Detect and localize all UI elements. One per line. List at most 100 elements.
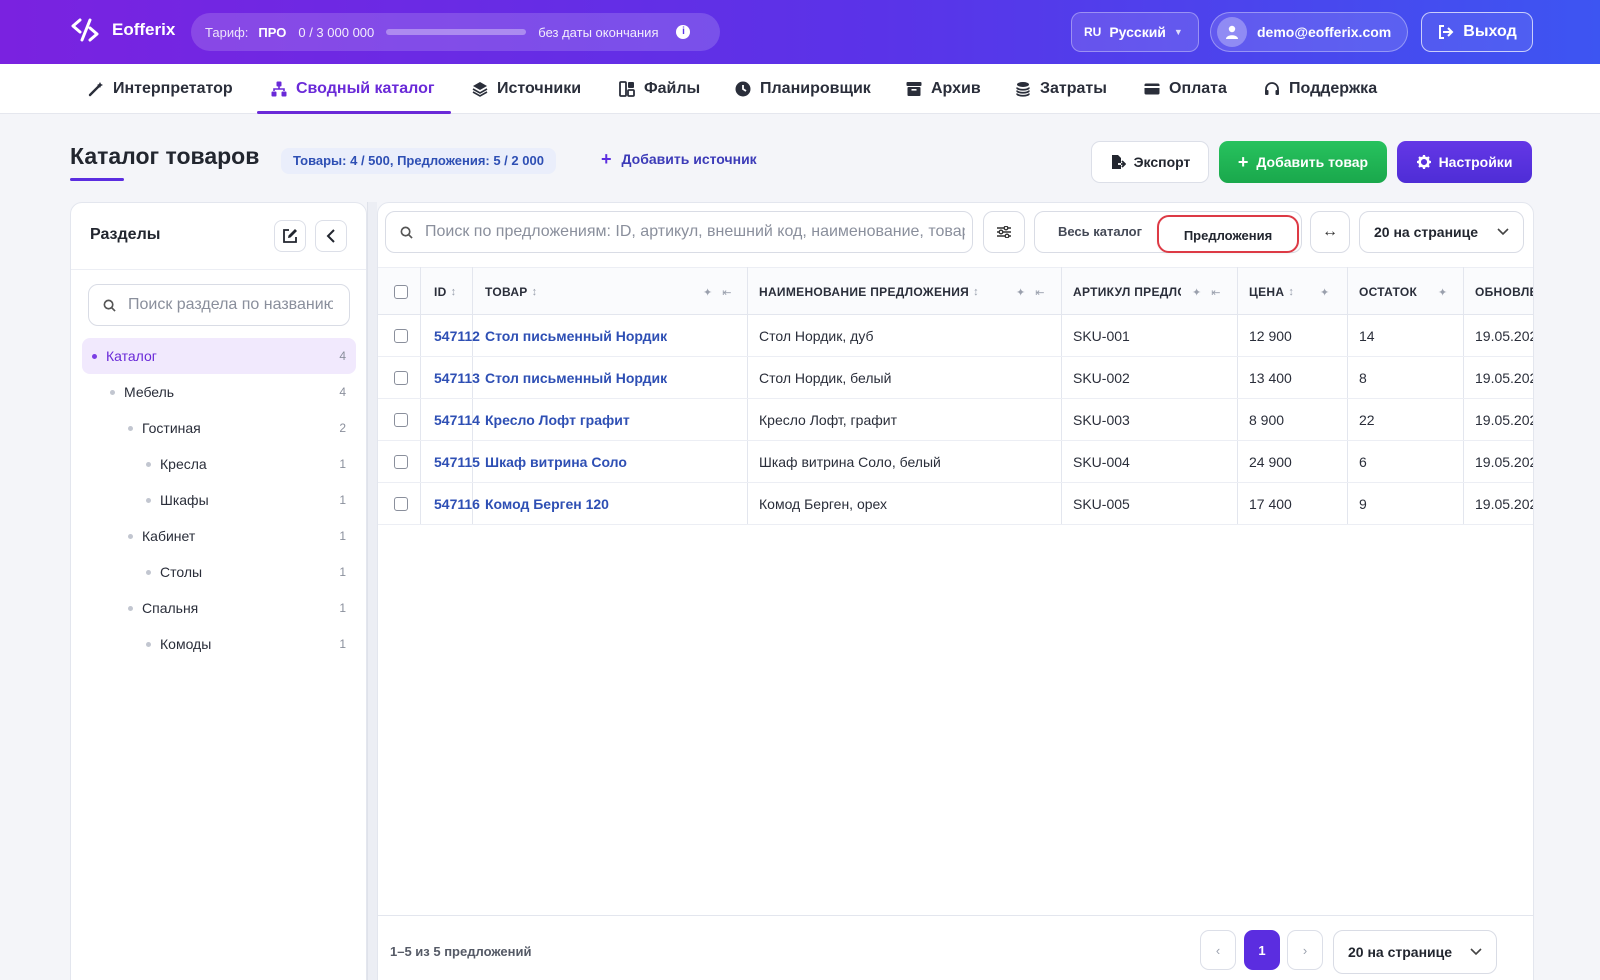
col-updated[interactable]: ОБНОВЛЕНО: [1475, 268, 1533, 316]
nav-files[interactable]: Файлы: [619, 64, 700, 114]
headset-icon: [1265, 82, 1279, 95]
tree-node[interactable]: Спальня 1: [82, 590, 356, 626]
tree-node[interactable]: Шкафы 1: [82, 482, 356, 518]
pin-icon[interactable]: ✦: [703, 286, 712, 299]
add-product-button[interactable]: + Добавить товар: [1219, 141, 1387, 183]
info-icon[interactable]: i: [676, 25, 691, 39]
collapse-sidebar-button[interactable]: [315, 220, 347, 252]
nav-interpreter[interactable]: Интерпретатор: [88, 64, 233, 114]
cell-stock: 9: [1359, 496, 1367, 512]
cell-id[interactable]: 547115: [434, 441, 484, 483]
pin-icon[interactable]: ✦: [1320, 286, 1329, 299]
logout-button[interactable]: Выход: [1421, 12, 1533, 52]
tree-node[interactable]: Комоды 1: [82, 626, 356, 662]
tree-node[interactable]: Кресла 1: [82, 446, 356, 482]
nav-archive[interactable]: Архив: [906, 64, 981, 114]
per-page-select-bottom[interactable]: 20 на странице: [1333, 930, 1497, 974]
tree-node[interactable]: Столы 1: [82, 554, 356, 590]
tree-node[interactable]: Кабинет 1: [82, 518, 356, 554]
col-offer-sku[interactable]: АРТИКУЛ ПРЕДЛОЖЕНИЯ: [1073, 268, 1181, 316]
filters-button[interactable]: [983, 211, 1025, 253]
column-resize-icon[interactable]: ⇤: [1211, 286, 1220, 299]
cell-id[interactable]: 547112: [434, 315, 484, 357]
nav-costs[interactable]: Затраты: [1015, 64, 1107, 114]
add-source-link[interactable]: + Добавить источник: [601, 150, 757, 168]
offer-search-input[interactable]: [425, 223, 965, 241]
main-nav: Интерпретатор Сводный каталог Источники …: [0, 64, 1600, 114]
table-row[interactable]: 547115 Шкаф витрина Соло Шкаф витрина Соло…: [378, 441, 1533, 483]
col-price-tools: ✦: [1320, 268, 1329, 316]
expand-width-button[interactable]: ↔: [1310, 211, 1350, 253]
brand-logo[interactable]: Eofferix: [70, 18, 175, 42]
column-resize-icon[interactable]: ⇤: [1035, 286, 1044, 299]
language-selector[interactable]: RU Русский ▼: [1071, 12, 1199, 52]
row-checkbox[interactable]: [394, 329, 408, 343]
cell-id[interactable]: 547116: [434, 483, 484, 525]
section-search-input[interactable]: [128, 296, 333, 314]
view-whole-catalog[interactable]: Весь каталог: [1043, 212, 1157, 252]
sidebar-resize-handle[interactable]: [367, 202, 377, 980]
user-menu[interactable]: demo@eofferix.com: [1210, 12, 1408, 52]
row-checkbox[interactable]: [394, 497, 408, 511]
tree-node-count: 1: [339, 493, 346, 507]
nav-support[interactable]: Поддержка: [1264, 64, 1377, 114]
col-label: ОБНОВЛЕНО: [1475, 285, 1533, 299]
tree-node[interactable]: Каталог 4: [82, 338, 356, 374]
section-search[interactable]: [88, 284, 350, 326]
cell-product[interactable]: Стол письменный Нордик: [485, 357, 740, 399]
col-offer-name[interactable]: НАИМЕНОВАНИЕ ПРЕДЛОЖЕНИЯ ↕: [759, 268, 1004, 316]
cell-product[interactable]: Комод Берген 120: [485, 483, 740, 525]
col-id[interactable]: ID ↕: [434, 268, 474, 316]
col-price[interactable]: ЦЕНА ↕: [1249, 268, 1309, 316]
sitemap-icon: [271, 81, 287, 97]
edit-sections-button[interactable]: [274, 220, 306, 252]
nav-scheduler[interactable]: Планировщик: [735, 64, 871, 114]
arrows-horizontal-icon: ↔: [1322, 223, 1338, 240]
cell-product[interactable]: Шкаф витрина Соло: [485, 441, 740, 483]
tree-node[interactable]: Гостиная 2: [82, 410, 356, 446]
row-select-cell: [386, 483, 416, 525]
table-row[interactable]: 547116 Комод Берген 120 Комод Берген, орех…: [378, 483, 1533, 525]
column-resize-icon[interactable]: ⇤: [722, 286, 731, 299]
cell-product[interactable]: Кресло Лофт графит: [485, 399, 740, 441]
prev-page-button[interactable]: ‹: [1200, 930, 1236, 970]
cell-sku: SKU-005: [1073, 496, 1130, 512]
cell-sku: SKU-001: [1073, 328, 1130, 344]
export-button[interactable]: Экспорт: [1091, 141, 1209, 183]
sort-icon: ↕: [531, 286, 538, 298]
select-all-checkbox[interactable]: [394, 285, 408, 299]
cell-product[interactable]: Стол письменный Нордик: [485, 315, 740, 357]
tree-node[interactable]: Мебель 4: [82, 374, 356, 410]
row-checkbox[interactable]: [394, 413, 408, 427]
view-offers[interactable]: Предложения: [1157, 215, 1299, 253]
table-row[interactable]: 547112 Стол письменный Нордик Стол Нордик,…: [378, 315, 1533, 357]
nav-catalog[interactable]: Сводный каталог: [257, 64, 451, 114]
offer-search[interactable]: [385, 211, 973, 253]
chevron-left-icon: [326, 229, 335, 243]
col-product[interactable]: ТОВАР ↕: [485, 268, 705, 316]
tree-node-label: Кресла: [160, 456, 207, 472]
logout-label: Выход: [1463, 23, 1517, 40]
cell-id[interactable]: 547114: [434, 399, 484, 441]
row-checkbox[interactable]: [394, 371, 408, 385]
col-stock[interactable]: ОСТАТОК: [1359, 268, 1434, 316]
cell-offer: Комод Берген, орех: [759, 496, 888, 512]
nav-sources[interactable]: Источники: [472, 64, 581, 114]
page-1-button[interactable]: 1: [1244, 930, 1280, 970]
next-page-button[interactable]: ›: [1287, 930, 1323, 970]
nav-payment[interactable]: Оплата: [1144, 64, 1227, 114]
row-checkbox[interactable]: [394, 455, 408, 469]
cell-id[interactable]: 547113: [434, 357, 484, 399]
sidebar-title: Разделы: [90, 226, 161, 243]
select-all-cell: [386, 268, 416, 316]
search-icon: [400, 226, 413, 239]
files-icon: [619, 81, 635, 97]
per-page-select-top[interactable]: 20 на странице: [1359, 211, 1524, 253]
table-row[interactable]: 547113 Стол письменный Нордик Стол Нордик,…: [378, 357, 1533, 399]
table-header: ID ↕ ТОВАР ↕ ✦ ⇤ НАИМЕНОВАНИЕ ПРЕДЛОЖЕНИЯ ↕ …: [378, 267, 1533, 315]
pin-icon[interactable]: ✦: [1438, 286, 1447, 299]
table-row[interactable]: 547114 Кресло Лофт графит Кресло Лофт, гра…: [378, 399, 1533, 441]
pin-icon[interactable]: ✦: [1016, 286, 1025, 299]
settings-button[interactable]: Настройки: [1397, 141, 1532, 183]
pin-icon[interactable]: ✦: [1192, 286, 1201, 299]
